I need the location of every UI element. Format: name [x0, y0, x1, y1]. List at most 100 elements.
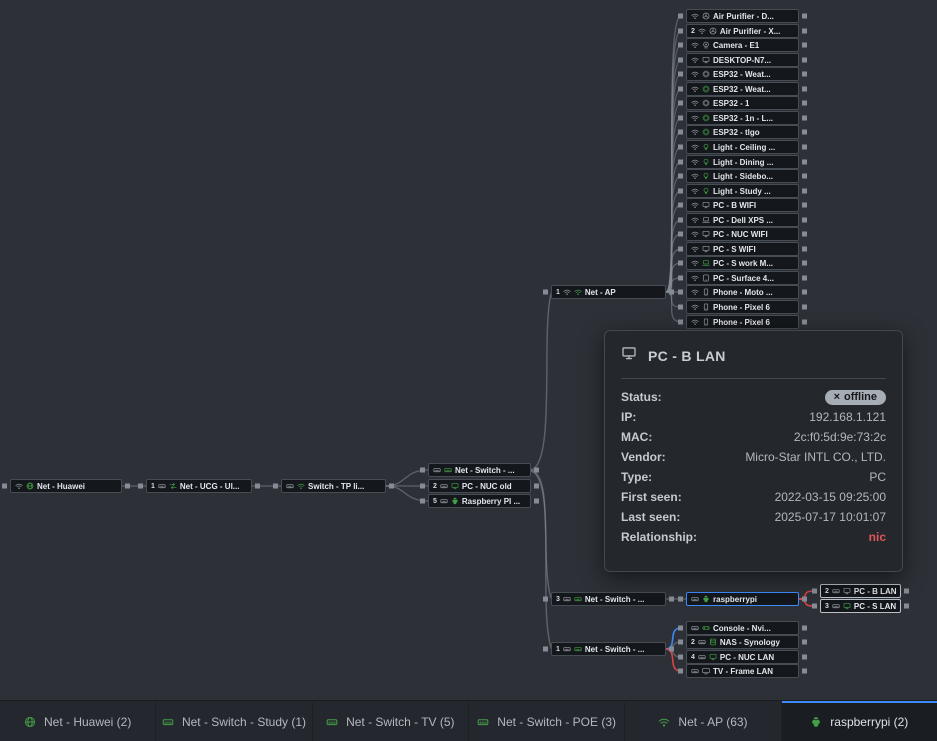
monitor-icon	[451, 482, 459, 490]
phone-icon	[702, 318, 710, 326]
node-label: PC - S work M...	[713, 259, 773, 268]
node-net-ucg-ul[interactable]: 1Net - UCG - Ul...	[146, 479, 252, 493]
wifi-icon	[691, 128, 699, 136]
tab-raspberrypi-2[interactable]: raspberrypi (2)	[782, 701, 937, 741]
node-desktop-n7[interactable]: DESKTOP-N7...	[686, 53, 799, 67]
node-phone-pixel-6[interactable]: Phone - Pixel 6	[686, 300, 799, 314]
wifi-icon	[691, 288, 699, 296]
node-port-left	[543, 647, 548, 652]
node-net-ap[interactable]: 1Net - AP	[551, 285, 666, 299]
node-port-right	[802, 101, 807, 106]
node-port-right	[802, 261, 807, 266]
node-label: PC - B LAN	[854, 587, 896, 596]
popup-field-type: Type:PC	[621, 467, 886, 487]
node-net-switch[interactable]: 3Net - Switch - ...	[551, 592, 666, 606]
node-esp32-1n-l[interactable]: ESP32 - 1n - L...	[686, 111, 799, 125]
port-number-badge: 1	[151, 483, 155, 490]
field-label: Type:	[621, 470, 652, 484]
node-pc-nuc-lan[interactable]: 4PC - NUC LAN	[686, 650, 799, 664]
node-label: PC - NUC WIFI	[713, 230, 768, 239]
node-pc-nuc-wifi[interactable]: PC - NUC WIFI	[686, 227, 799, 241]
node-label: Console - Nvi...	[713, 624, 771, 633]
node-esp32-weat[interactable]: ESP32 - Weat...	[686, 67, 799, 81]
port-number-badge: 4	[691, 654, 695, 661]
node-port-left	[543, 597, 548, 602]
node-port-left	[678, 305, 683, 310]
node-pc-nuc-old[interactable]: 2PC - NUC old	[428, 479, 531, 493]
node-net-switch[interactable]: Net - Switch - ...	[428, 463, 531, 477]
tab-net-ap-63[interactable]: Net - AP (63)	[625, 701, 781, 741]
node-port-left	[678, 669, 683, 674]
phone-icon	[702, 303, 710, 311]
switch-icon	[691, 595, 699, 603]
tab-net-switch-poe-3[interactable]: Net - Switch - POE (3)	[469, 701, 625, 741]
node-label: ESP32 - tlgo	[713, 128, 760, 137]
node-nas-synology[interactable]: 2NAS - Synology	[686, 635, 799, 649]
node-pc-s-work-m[interactable]: PC - S work M...	[686, 256, 799, 270]
popup-field-ip: IP:192.168.1.121	[621, 407, 886, 427]
node-port-left	[420, 499, 425, 504]
node-pc-s-lan[interactable]: 3PC - S LAN	[820, 599, 901, 613]
node-net-huawei[interactable]: Net - Huawei	[10, 479, 122, 493]
node-pc-b-wifi[interactable]: PC - B WIFI	[686, 198, 799, 212]
tab-net-switch-tv-5[interactable]: Net - Switch - TV (5)	[313, 701, 469, 741]
node-port-right	[802, 626, 807, 631]
tab-label: Net - Switch - Study (1)	[182, 715, 306, 729]
device-tabbar: Net - Huawei (2) Net - Switch - Study (1)…	[0, 700, 937, 741]
tab-label: Net - Huawei (2)	[44, 715, 131, 729]
node-esp32-1[interactable]: ESP32 - 1	[686, 96, 799, 110]
node-switch-tp-li[interactable]: Switch - TP li...	[281, 479, 386, 493]
tab-net-switch-study-1[interactable]: Net - Switch - Study (1)	[156, 701, 312, 741]
port-number-badge: 2	[433, 483, 437, 490]
field-label: IP:	[621, 410, 636, 424]
node-port-right	[802, 160, 807, 165]
node-pc-s-wifi[interactable]: PC - S WIFI	[686, 242, 799, 256]
node-label: Net - Switch - ...	[585, 595, 645, 604]
node-label: TV - Frame LAN	[713, 667, 773, 676]
node-light-dining[interactable]: Light - Dining ...	[686, 155, 799, 169]
node-port-left	[678, 101, 683, 106]
node-console-nvi[interactable]: Console - Nvi...	[686, 621, 799, 635]
node-air-purifier-x[interactable]: 2Air Purifier - X...	[686, 24, 799, 38]
bulb-icon	[702, 172, 710, 180]
field-value: Micro-Star INTL CO., LTD.	[745, 450, 886, 464]
node-port-left	[678, 597, 683, 602]
monitor-icon	[843, 602, 851, 610]
node-label: PC - Surface 4...	[713, 274, 774, 283]
node-phone-pixel-6[interactable]: Phone - Pixel 6	[686, 315, 799, 329]
globe-icon	[26, 482, 34, 490]
tab-net-huawei-2[interactable]: Net - Huawei (2)	[0, 701, 156, 741]
node-esp32-weat[interactable]: ESP32 - Weat...	[686, 82, 799, 96]
wifi-icon	[15, 482, 23, 490]
switch-icon	[563, 595, 571, 603]
node-port-right	[802, 116, 807, 121]
node-camera-e1[interactable]: Camera - E1	[686, 38, 799, 52]
node-pc-surface-4[interactable]: PC - Surface 4...	[686, 271, 799, 285]
node-pc-b-lan[interactable]: 2PC - B LAN	[820, 584, 901, 598]
node-port-left	[678, 276, 683, 281]
node-phone-moto[interactable]: Phone - Moto ...	[686, 285, 799, 299]
field-label: Relationship:	[621, 530, 697, 544]
node-raspberrypi[interactable]: raspberrypi	[686, 592, 799, 606]
node-light-sidebo[interactable]: Light - Sidebo...	[686, 169, 799, 183]
node-light-ceiling[interactable]: Light - Ceiling ...	[686, 140, 799, 154]
node-label: Light - Study ...	[713, 187, 771, 196]
switch-icon	[563, 645, 571, 653]
node-raspberry-pi[interactable]: 5Raspberry PI ...	[428, 494, 531, 508]
wifi-icon	[691, 158, 699, 166]
wifi-icon	[691, 99, 699, 107]
tv-icon	[702, 667, 710, 675]
switch-icon	[444, 466, 452, 474]
node-pc-dell-xps[interactable]: PC - Dell XPS ...	[686, 213, 799, 227]
node-port-left	[678, 626, 683, 631]
node-label: Camera - E1	[713, 41, 759, 50]
node-net-switch[interactable]: 1Net - Switch - ...	[551, 642, 666, 656]
node-tv-frame-lan[interactable]: TV - Frame LAN	[686, 664, 799, 678]
switch-icon	[477, 716, 489, 728]
popup-field-mac: MAC:2c:f0:5d:9e:73:2c	[621, 427, 886, 447]
node-port-left	[2, 484, 7, 489]
node-air-purifier-d[interactable]: Air Purifier - D...	[686, 9, 799, 23]
node-light-study[interactable]: Light - Study ...	[686, 184, 799, 198]
wifi-icon	[691, 172, 699, 180]
node-esp32-tlgo[interactable]: ESP32 - tlgo	[686, 125, 799, 139]
